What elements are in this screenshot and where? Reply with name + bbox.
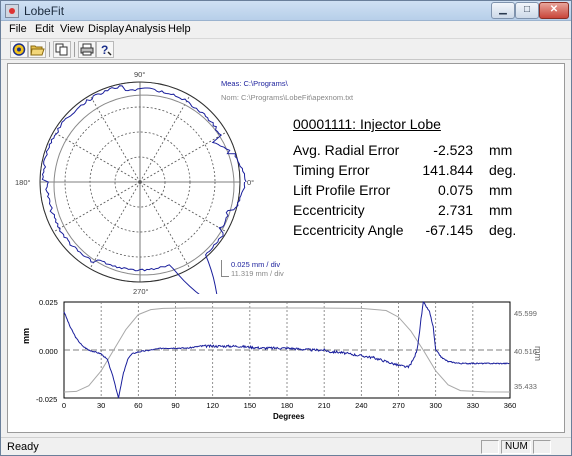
print-button[interactable] (78, 41, 96, 58)
window-title: LobeFit (24, 4, 65, 18)
status-bar: Ready NUM (1, 437, 571, 455)
status-text: Ready (7, 441, 39, 453)
minimize-button[interactable]: ▁ (491, 2, 515, 19)
menu-analysis[interactable]: Analysis (125, 23, 166, 35)
lift-error-plot-area: 0 30 60 90 120 150 180 210 240 270 300 330 360 (62, 300, 517, 410)
lobefit-window: LobeFit ▁ □ ✕ File Edit View Display Ana… (0, 0, 572, 456)
x-tick-label: 30 (97, 401, 105, 410)
x-tick-label: 330 (467, 401, 480, 410)
maximize-button[interactable]: □ (515, 2, 539, 19)
x-tick-label: 90 (171, 401, 179, 410)
target-icon (12, 43, 26, 56)
folder-open-icon (30, 45, 45, 56)
x-tick-label: 210 (318, 401, 331, 410)
status-num: NUM (501, 440, 531, 454)
maximize-icon: □ (523, 4, 531, 15)
menu-edit[interactable]: Edit (35, 23, 54, 35)
toolbar-separator (49, 42, 50, 57)
x-tick-label: 0 (62, 401, 66, 410)
x-tick-label: 300 (429, 401, 442, 410)
svg-text:?: ? (101, 43, 108, 57)
close-button[interactable]: ✕ (539, 2, 569, 19)
y-axis-label: mm (21, 327, 31, 344)
y-tick-label: 0.025 (39, 298, 58, 307)
y-tick-label: 0.000 (39, 347, 58, 356)
status-cell (533, 440, 551, 454)
print-icon (80, 43, 94, 56)
y-axis-label-right: mm (533, 346, 543, 361)
toolbar-separator (74, 42, 75, 57)
copy-button[interactable] (53, 41, 71, 58)
menu-file[interactable]: File (9, 23, 27, 35)
main-view: 90° 180° 0° 270° Meas: C:\Programs\ Nom:… (7, 63, 565, 433)
help-button[interactable]: ? (96, 41, 114, 58)
x-tick-label: 120 (206, 401, 219, 410)
menu-view[interactable]: View (60, 23, 84, 35)
x-tick-label: 270 (392, 401, 405, 410)
app-icon (5, 4, 19, 18)
y-right-tick-label: 35.433 (514, 382, 537, 391)
x-tick-label: 180 (281, 401, 294, 410)
new-button[interactable] (10, 41, 28, 58)
title-bar[interactable]: LobeFit ▁ □ ✕ (1, 1, 571, 21)
menu-help[interactable]: Help (168, 23, 191, 35)
lift-error-chart: 0 30 60 90 120 150 180 210 240 270 300 330 360 (62, 300, 517, 410)
status-cell (481, 440, 499, 454)
close-icon: ✕ (549, 4, 559, 15)
x-tick-label: 240 (355, 401, 368, 410)
menu-display[interactable]: Display (88, 23, 124, 35)
x-tick-label: 150 (244, 401, 257, 410)
y-tick-label: -0.025 (36, 395, 58, 404)
open-button[interactable] (28, 41, 46, 58)
toolbar: ? (1, 38, 571, 60)
x-tick-label: 60 (134, 401, 142, 410)
help-icon: ? (101, 43, 112, 57)
y-right-tick-label: 45.599 (514, 309, 537, 318)
minimize-icon: ▁ (499, 4, 507, 15)
menu-bar: File Edit View Display Analysis Help (1, 21, 571, 38)
x-tick-label: 360 (504, 401, 517, 410)
copy-icon (55, 43, 68, 56)
x-axis-label: Degrees (273, 412, 305, 421)
